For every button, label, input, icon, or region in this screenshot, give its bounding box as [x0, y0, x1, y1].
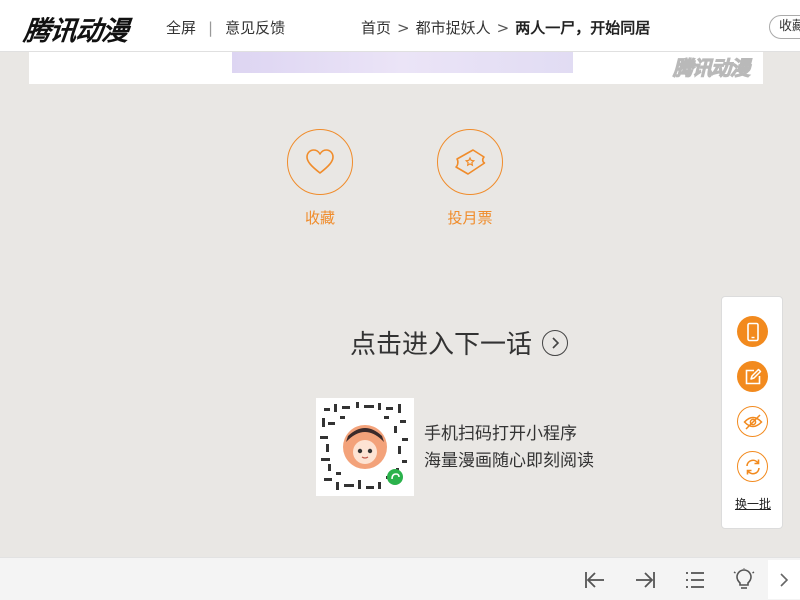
top-bar: 腾讯动漫 全屏 | 意见反馈 首页 > 都市捉妖人 > 两人一尸，开始同居 收藏 [0, 0, 800, 52]
bottom-toolbar [0, 557, 800, 600]
change-batch-link[interactable]: 换一批 [722, 495, 784, 512]
first-page-icon [585, 572, 604, 588]
heart-icon [306, 149, 334, 174]
next-page-button[interactable] [768, 560, 800, 599]
refresh-icon [745, 459, 760, 474]
breadcrumb-home[interactable]: 首页 [361, 17, 391, 38]
last-page-button[interactable] [633, 568, 657, 592]
favorite-label: 收藏 [304, 209, 335, 227]
list-icon [686, 572, 704, 588]
mini-program-line2: 海量漫画随心即刻阅读 [424, 451, 594, 471]
mini-program-text: 手机扫码打开小程序 海量漫画随心即刻阅读 [424, 421, 594, 475]
fullscreen-link[interactable]: 全屏 [166, 17, 196, 38]
chapter-list-button[interactable] [683, 568, 707, 592]
next-chapter-button[interactable]: 点击进入下一话 [350, 324, 569, 361]
breadcrumb: 首页 > 都市捉妖人 > 两人一尸，开始同居 [361, 17, 650, 38]
top-nav: 全屏 | 意见反馈 [166, 17, 285, 38]
phone-button[interactable] [737, 316, 768, 347]
next-chapter-label: 点击进入下一话 [350, 330, 533, 360]
phone-icon [746, 322, 759, 341]
mini-program-line1: 手机扫码打开小程序 [424, 424, 577, 444]
edit-button[interactable] [737, 361, 768, 392]
breadcrumb-arrow: > [496, 18, 510, 37]
page-watermark: 腾讯动漫 [673, 56, 751, 81]
monthly-vote-circle[interactable] [437, 129, 503, 195]
comic-page-bottom: 腾讯动漫 [29, 52, 763, 84]
ticket-icon [455, 149, 486, 175]
comic-art [232, 52, 573, 73]
monthly-vote-action[interactable]: 投月票 [430, 129, 510, 228]
light-mode-button[interactable] [732, 568, 756, 592]
chevron-right-circle-icon [542, 329, 569, 356]
chevron-right-icon [780, 572, 789, 587]
feedback-link[interactable]: 意见反馈 [225, 17, 285, 38]
favorite-top-button[interactable]: 收藏 [769, 15, 800, 39]
edit-icon [745, 368, 761, 384]
mini-program-qr-code [316, 398, 414, 496]
hide-button[interactable] [737, 406, 768, 437]
eye-off-icon [742, 413, 763, 430]
refresh-button[interactable] [737, 451, 768, 482]
lightbulb-icon [733, 568, 755, 589]
floating-sidebar: 换一批 [721, 296, 783, 529]
first-page-button[interactable] [583, 568, 607, 592]
breadcrumb-chapter: 两人一尸，开始同居 [515, 19, 651, 37]
breadcrumb-arrow: > [397, 18, 410, 37]
breadcrumb-series[interactable]: 都市捉妖人 [416, 17, 491, 38]
last-page-icon [636, 572, 655, 588]
site-logo[interactable]: 腾讯动漫 [22, 9, 130, 48]
monthly-vote-label: 投月票 [447, 209, 493, 227]
nav-separator: | [208, 18, 214, 37]
favorite-action[interactable]: 收藏 [280, 129, 360, 228]
favorite-circle[interactable] [287, 129, 353, 195]
